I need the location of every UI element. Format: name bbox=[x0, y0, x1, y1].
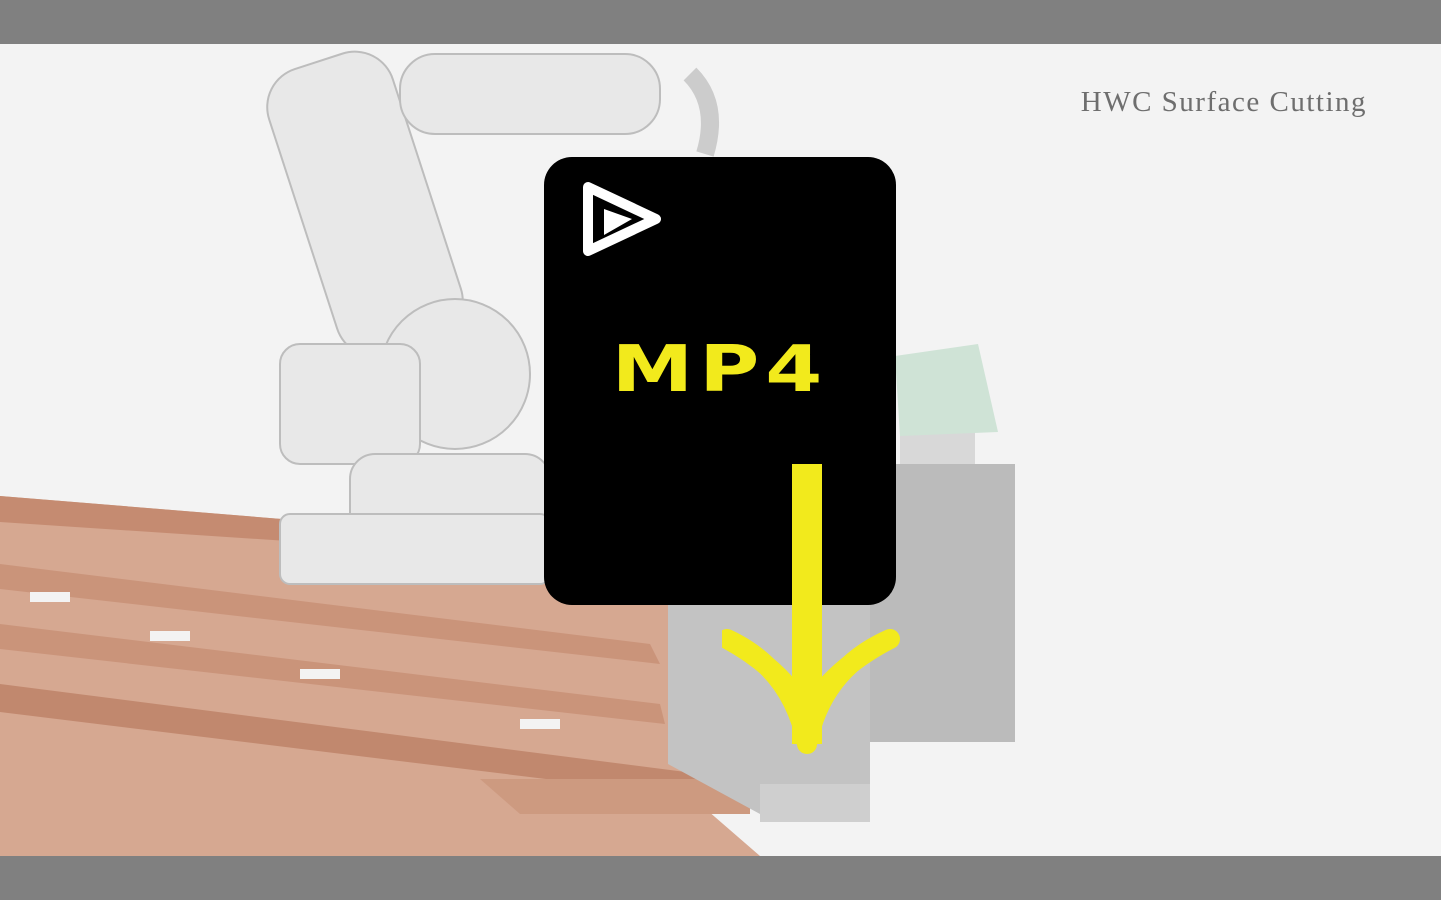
play-triangle-icon[interactable] bbox=[580, 179, 664, 263]
video-thumbnail[interactable]: HWC Surface Cutting MP4 bbox=[0, 44, 1441, 856]
download-arrow-icon[interactable] bbox=[722, 464, 902, 764]
file-type-label: MP4 bbox=[611, 332, 829, 407]
green-sheet bbox=[895, 344, 998, 436]
top-frame-bar bbox=[0, 0, 1441, 44]
video-title: HWC Surface Cutting bbox=[1080, 86, 1367, 118]
bottom-frame-bar bbox=[0, 856, 1441, 900]
